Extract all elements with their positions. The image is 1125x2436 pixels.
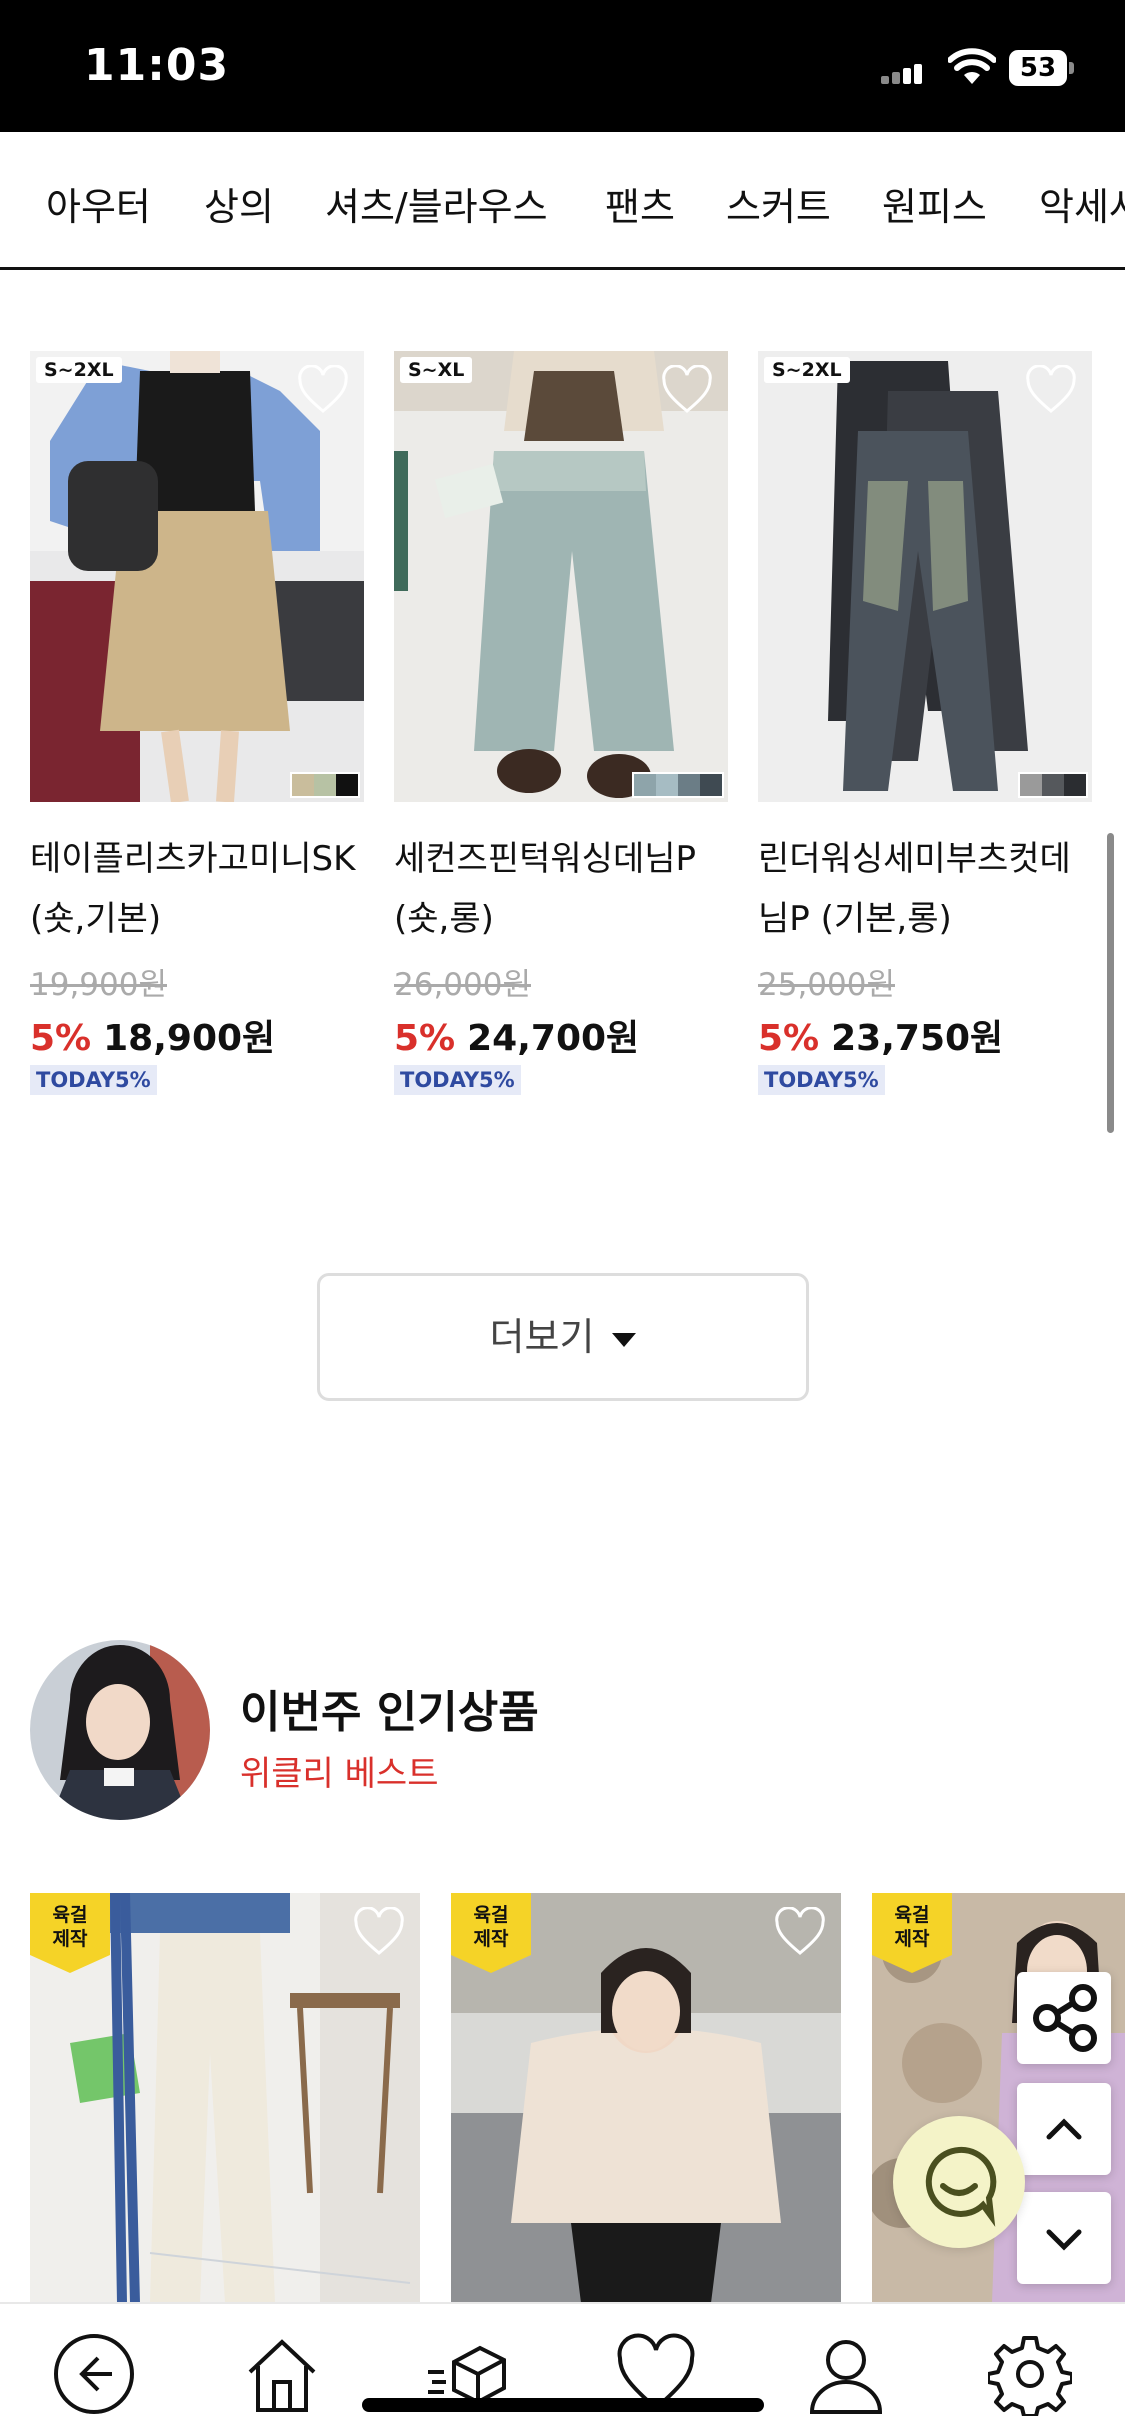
chat-icon	[925, 2146, 997, 2227]
category-tab-accessory[interactable]: 악세사	[1039, 176, 1125, 231]
scroll-indicator[interactable]	[1107, 833, 1114, 1133]
section-title: 이번주 인기상품	[240, 1687, 539, 1738]
heart-icon[interactable]	[296, 365, 350, 415]
promo-badge: TODAY5%	[758, 1065, 885, 1095]
product-name[interactable]: 테이플리츠카고미니SK (숏,기본)	[30, 829, 364, 949]
battery-icon: 53	[1009, 50, 1075, 86]
status-bar: 11:03 53	[0, 0, 1125, 132]
heart-icon[interactable]	[773, 1907, 827, 1957]
category-tab-pants[interactable]: 팬츠	[605, 176, 675, 231]
wifi-icon	[948, 48, 996, 84]
original-price: 25,000원	[758, 967, 895, 1003]
scroll-top-button[interactable]	[1017, 2083, 1111, 2175]
status-time: 11:03	[84, 40, 230, 91]
product-image[interactable]: S~XL	[394, 351, 728, 802]
size-badge: S~2XL	[36, 357, 122, 383]
size-badge: S~XL	[400, 357, 473, 383]
more-button-label: 더보기	[320, 1276, 806, 1398]
color-swatches	[290, 772, 360, 798]
sale-price: 23,750원	[831, 1018, 1004, 1059]
sale-price: 24,700원	[467, 1018, 640, 1059]
weekly-product-card[interactable]: 육걸 제작	[451, 1893, 841, 2303]
product-name[interactable]: 세컨즈핀턱워싱데님P (숏,롱)	[394, 829, 728, 949]
discount-rate: 5%	[30, 1018, 92, 1059]
color-swatches	[632, 772, 724, 798]
category-tab-top[interactable]: 상의	[204, 176, 274, 231]
category-tab-skirt[interactable]: 스커트	[726, 176, 831, 231]
ribbon-label: 육걸 제작	[473, 1904, 509, 1950]
price-line: 5% 24,700원	[394, 1009, 639, 1061]
promo-badge: TODAY5%	[30, 1065, 157, 1095]
sale-price: 18,900원	[103, 1018, 276, 1059]
original-price: 19,900원	[30, 967, 167, 1003]
chat-button[interactable]	[893, 2116, 1025, 2248]
section-subtitle: 위클리 베스트	[240, 1754, 439, 1794]
share-icon	[1033, 1984, 1097, 2052]
weekly-product-card[interactable]: 육걸 제작	[30, 1893, 420, 2303]
arrow-up-icon	[1046, 2118, 1082, 2140]
price-line: 5% 23,750원	[758, 1009, 1003, 1061]
product-image[interactable]: S~2XL	[758, 351, 1092, 802]
category-nav: 아우터 상의 셔츠/블라우스 팬츠 스커트 원피스 악세사	[0, 132, 1125, 270]
home-icon[interactable]	[240, 2332, 324, 2416]
product-image[interactable]: S~2XL	[30, 351, 364, 802]
discount-rate: 5%	[394, 1018, 456, 1059]
heart-icon[interactable]	[1024, 365, 1078, 415]
product-name[interactable]: 린더워싱세미부츠컷데님P (기본,롱)	[758, 829, 1092, 949]
share-button[interactable]	[1017, 1972, 1111, 2064]
cellular-signal-icon	[881, 64, 923, 84]
heart-icon[interactable]	[352, 1907, 406, 1957]
price-line: 5% 18,900원	[30, 1009, 275, 1061]
bottom-nav	[0, 2302, 1125, 2436]
category-tab-dress[interactable]: 원피스	[882, 176, 987, 231]
promo-badge: TODAY5%	[394, 1065, 521, 1095]
original-price: 26,000원	[394, 967, 531, 1003]
heart-icon[interactable]	[660, 365, 714, 415]
caret-down-icon	[612, 1332, 637, 1347]
arrow-down-icon	[1046, 2229, 1082, 2251]
size-badge: S~2XL	[764, 357, 850, 383]
avatar	[30, 1640, 210, 1820]
color-swatches	[1018, 772, 1088, 798]
user-icon[interactable]	[804, 2332, 888, 2416]
gear-icon[interactable]	[988, 2332, 1072, 2416]
more-button[interactable]: 더보기	[317, 1273, 809, 1401]
ribbon-label: 육걸 제작	[52, 1904, 88, 1950]
discount-rate: 5%	[758, 1018, 820, 1059]
scroll-bottom-button[interactable]	[1017, 2192, 1111, 2284]
category-tab-shirts[interactable]: 셔츠/블라우스	[325, 176, 548, 231]
back-icon[interactable]	[52, 2332, 136, 2416]
home-indicator[interactable]	[362, 2398, 764, 2412]
battery-level: 53	[1009, 50, 1067, 86]
ribbon-label: 육걸 제작	[894, 1904, 930, 1950]
category-tab-outer[interactable]: 아우터	[46, 176, 151, 231]
